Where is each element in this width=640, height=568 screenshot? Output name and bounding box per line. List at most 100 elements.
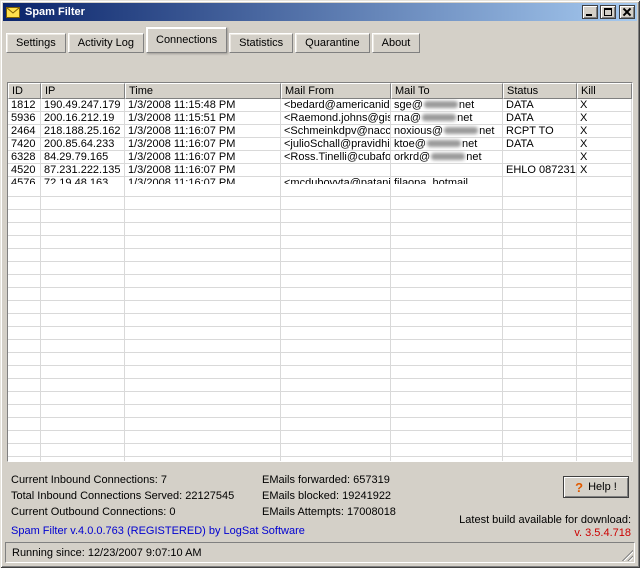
tab-quarantine[interactable]: Quarantine (295, 33, 369, 53)
table-row-empty (8, 327, 632, 340)
cell-ip: 200.85.64.233 (41, 138, 125, 151)
column-header-mail-to[interactable]: Mail To (391, 83, 503, 99)
cell-kill[interactable]: X (577, 164, 632, 177)
cell-empty (577, 262, 632, 275)
stat-value: 17008018 (347, 506, 396, 518)
cell-kill[interactable]: X (577, 99, 632, 112)
cell-empty (503, 457, 577, 461)
cell-empty (8, 379, 41, 392)
column-header-status[interactable]: Status (503, 83, 577, 99)
table-row[interactable]: 632884.29.79.1651/3/2008 11:16:07 PM<Ros… (8, 151, 632, 164)
redacted-blur (444, 127, 478, 134)
cell-empty (503, 236, 577, 249)
cell-mail-from (281, 164, 391, 177)
running-since-text: Running since: 12/23/2007 9:07:10 AM (12, 547, 202, 559)
table-row[interactable]: 452087.231.222.1351/3/2008 11:16:07 PMEH… (8, 164, 632, 177)
cell-mail-to: noxious@net (391, 125, 503, 138)
status-bar: Running since: 12/23/2007 9:07:10 AM (5, 542, 635, 563)
help-button[interactable]: ? Help ! (563, 476, 629, 498)
table-row[interactable]: 2464218.188.25.1621/3/2008 11:16:07 PM<S… (8, 125, 632, 138)
stat-value: 0 (169, 506, 175, 518)
cell-empty (41, 327, 125, 340)
close-button[interactable] (619, 5, 635, 19)
table-row-empty (8, 275, 632, 288)
table-row[interactable]: 1812190.49.247.1791/3/2008 11:15:48 PM<b… (8, 99, 632, 112)
stat-value: 22127545 (185, 490, 234, 502)
cell-mail-to: ktoe@net (391, 138, 503, 151)
cell-status: RCPT TO (503, 125, 577, 138)
cell-kill[interactable]: X (577, 125, 632, 138)
cell-time: 1/3/2008 11:16:07 PM (125, 138, 281, 151)
cell-empty (391, 392, 503, 405)
cell-empty (8, 366, 41, 379)
table-row[interactable]: 7420200.85.64.2331/3/2008 11:16:07 PM<ju… (8, 138, 632, 151)
help-button-label: Help ! (588, 481, 617, 493)
latest-build-version[interactable]: v. 3.5.4.718 (574, 527, 631, 539)
cell-empty (125, 392, 281, 405)
cell-empty (41, 249, 125, 262)
maximize-button[interactable] (600, 5, 616, 19)
cell-empty (125, 210, 281, 223)
cell-empty (577, 392, 632, 405)
cell-empty (503, 249, 577, 262)
cell-empty (281, 392, 391, 405)
cell-mail-to: filaopa_hotmail... (391, 177, 503, 184)
cell-empty (281, 444, 391, 457)
cell-kill[interactable]: X (577, 112, 632, 125)
table-row-partial[interactable]: 457672.19.48.1631/3/2008 11:16:07 PM<mcd… (8, 177, 632, 184)
cell-empty (41, 418, 125, 431)
cell-empty (503, 444, 577, 457)
cell-empty (391, 236, 503, 249)
tab-about[interactable]: About (372, 33, 421, 53)
minimize-button[interactable] (582, 5, 598, 19)
cell-empty (391, 197, 503, 210)
cell-mail-to: orkrd@net (391, 151, 503, 164)
app-version-link[interactable]: Spam Filter v.4.0.0.763 (REGISTERED) by … (11, 525, 305, 537)
cell-time: 1/3/2008 11:16:07 PM (125, 164, 281, 177)
resize-grip-icon[interactable] (620, 548, 633, 561)
tab-statistics[interactable]: Statistics (229, 33, 293, 53)
cell-id: 4576 (8, 177, 41, 184)
cell-empty (125, 418, 281, 431)
stat-total-inbound: Total Inbound Connections Served: 221275… (11, 488, 234, 504)
cell-kill[interactable]: X (577, 138, 632, 151)
cell-empty (41, 379, 125, 392)
cell-empty (281, 379, 391, 392)
cell-empty (503, 431, 577, 444)
tab-connections[interactable]: Connections (146, 27, 227, 53)
table-row-empty (8, 288, 632, 301)
cell-empty (41, 184, 125, 197)
title-bar[interactable]: Spam Filter (3, 3, 637, 21)
cell-empty (391, 353, 503, 366)
cell-time: 1/3/2008 11:16:07 PM (125, 151, 281, 164)
cell-empty (41, 262, 125, 275)
table-header: IDIPTimeMail FromMail ToStatusKill (8, 83, 632, 99)
stats-panel: Current Inbound Connections: 7 Total Inb… (9, 470, 631, 538)
cell-empty (41, 366, 125, 379)
column-header-id[interactable]: ID (8, 83, 41, 99)
column-header-time[interactable]: Time (125, 83, 281, 99)
cell-empty (281, 301, 391, 314)
cell-empty (41, 210, 125, 223)
stat-emails-blocked: EMails blocked: 19241922 (262, 488, 396, 504)
table-row[interactable]: 5936200.16.212.191/3/2008 11:15:51 PM<Ra… (8, 112, 632, 125)
cell-empty (503, 275, 577, 288)
cell-empty (41, 340, 125, 353)
cell-mail-from: <Ross.Tinelli@cubafor... (281, 151, 391, 164)
tab-settings[interactable]: Settings (6, 33, 66, 53)
cell-empty (281, 210, 391, 223)
cell-empty (41, 444, 125, 457)
column-header-kill[interactable]: Kill (577, 83, 632, 99)
stat-value: 7 (161, 474, 167, 486)
cell-id: 7420 (8, 138, 41, 151)
cell-empty (281, 275, 391, 288)
cell-empty (391, 223, 503, 236)
column-header-mail-from[interactable]: Mail From (281, 83, 391, 99)
cell-ip: 87.231.222.135 (41, 164, 125, 177)
cell-empty (281, 431, 391, 444)
cell-empty (125, 301, 281, 314)
tab-activity-log[interactable]: Activity Log (68, 33, 144, 53)
cell-kill[interactable]: X (577, 151, 632, 164)
cell-empty (391, 288, 503, 301)
column-header-ip[interactable]: IP (41, 83, 125, 99)
